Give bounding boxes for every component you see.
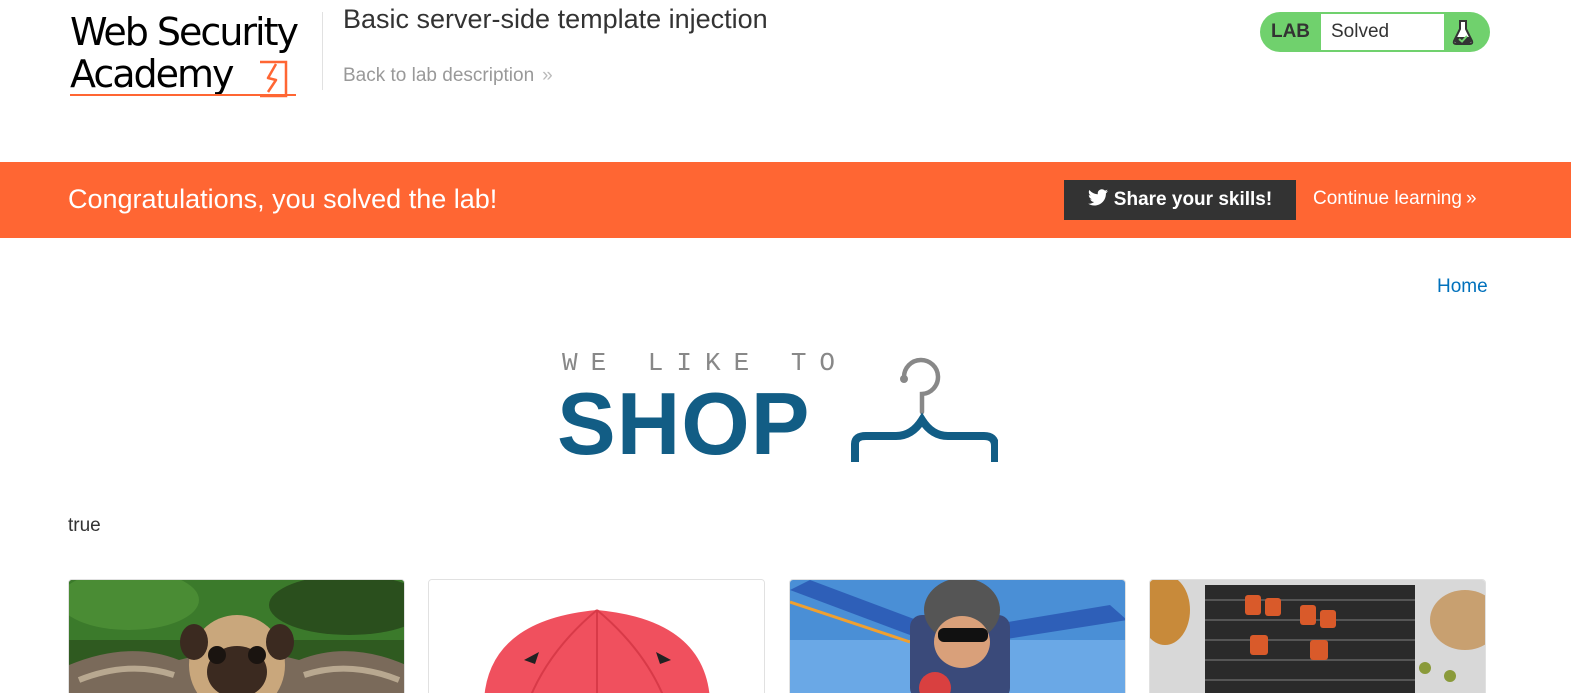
product-card-umbrella[interactable] (428, 579, 765, 693)
continue-learning-link[interactable]: Continue learning» (1313, 188, 1477, 210)
lab-status-text: Solved (1321, 14, 1444, 50)
shop-logo-word: SHOP (557, 374, 811, 473)
logo-text-line2: Academy (70, 52, 235, 96)
share-skills-button[interactable]: Share your skills! (1064, 180, 1296, 220)
product-image-skydivers (790, 580, 1125, 693)
congratulations-message: Congratulations, you solved the lab! (68, 184, 498, 214)
lab-title: Basic server-side template injection (343, 4, 768, 34)
product-card-skydivers[interactable] (789, 579, 1126, 693)
twitter-icon (1087, 189, 1108, 206)
share-skills-label: Share your skills! (1113, 189, 1273, 210)
we-like-to-shop-logo: WE LIKE TO SHOP (555, 345, 1005, 470)
product-grid (68, 579, 1488, 693)
home-link[interactable]: Home (1437, 276, 1488, 298)
product-card-pug[interactable] (68, 579, 405, 693)
web-security-academy-logo[interactable]: Web Security Academy (70, 8, 320, 103)
product-image-umbrella (429, 580, 764, 693)
continue-learning-label: Continue learning (1313, 188, 1462, 209)
flask-icon (1452, 20, 1474, 45)
back-to-lab-description-link[interactable]: Back to lab description » (343, 65, 553, 87)
lab-status-widget: LAB Solved (1260, 12, 1490, 52)
double-chevron-right-icon: » (1465, 188, 1477, 209)
hanger-icon (851, 357, 998, 462)
product-image-grill (1150, 580, 1485, 693)
product-image-pug (69, 580, 404, 693)
logo-underline (70, 94, 296, 96)
lab-status-badge: LAB (1270, 21, 1311, 42)
double-chevron-right-icon: » (542, 65, 553, 86)
product-card-grill[interactable] (1149, 579, 1486, 693)
back-link-label: Back to lab description (343, 65, 535, 86)
logo-text-line1: Web Security (70, 10, 299, 54)
page-header: Web Security Academy Basic server-side t… (0, 0, 1571, 162)
header-divider (322, 12, 323, 90)
solved-banner: Congratulations, you solved the lab! Sha… (0, 162, 1571, 238)
template-output-text: true (68, 515, 101, 536)
